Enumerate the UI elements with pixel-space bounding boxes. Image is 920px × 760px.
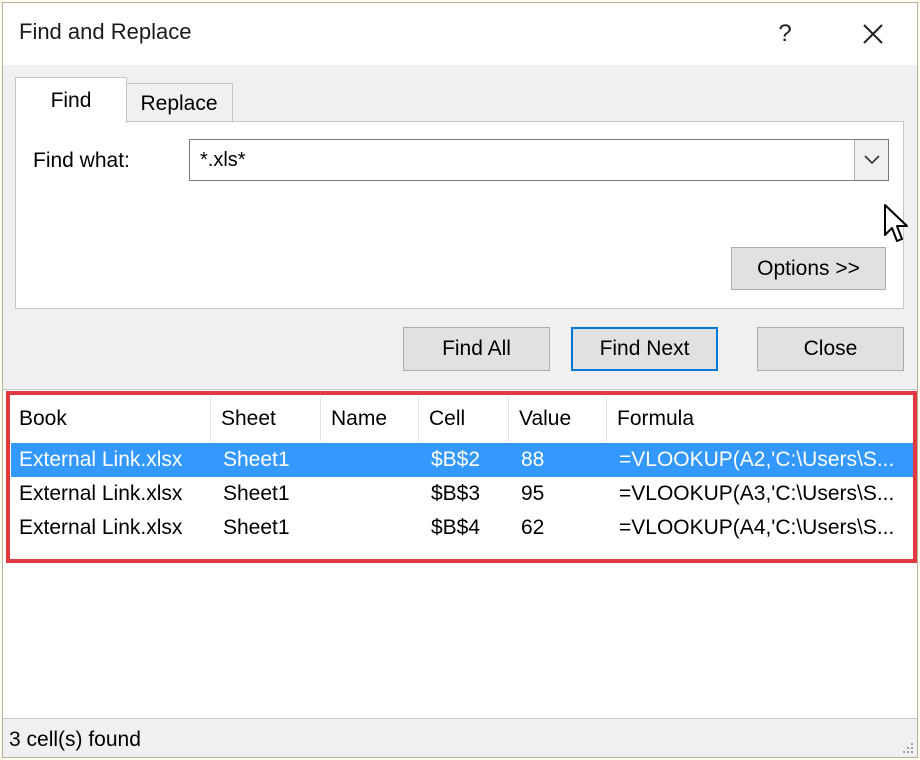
- options-button[interactable]: Options >>: [731, 247, 886, 290]
- window-close-button[interactable]: [851, 15, 895, 53]
- mouse-pointer-icon: [884, 204, 908, 242]
- close-button[interactable]: Close: [757, 327, 904, 371]
- status-text: 3 cell(s) found: [9, 728, 141, 751]
- find-what-combobox[interactable]: *.xls*: [189, 139, 889, 181]
- find-all-button[interactable]: Find All: [403, 327, 550, 371]
- find-what-input[interactable]: *.xls*: [200, 149, 246, 172]
- status-bar: 3 cell(s) found: [3, 719, 917, 757]
- help-button[interactable]: ?: [763, 15, 807, 53]
- close-icon: [863, 24, 883, 44]
- tab-find[interactable]: Find: [15, 77, 127, 123]
- title-bar: Find and Replace ?: [3, 3, 917, 65]
- resize-grip-icon[interactable]: [901, 741, 915, 755]
- find-what-label: Find what:: [33, 149, 130, 172]
- results-highlight-annotation: [6, 391, 917, 563]
- window-title: Find and Replace: [19, 19, 192, 44]
- find-next-button[interactable]: Find Next: [571, 327, 718, 371]
- tab-replace[interactable]: Replace: [125, 83, 233, 121]
- find-what-dropdown-button[interactable]: [854, 140, 888, 180]
- chevron-down-icon: [863, 155, 880, 165]
- find-replace-dialog: Find and Replace ? Replace Find Find wha…: [2, 2, 918, 758]
